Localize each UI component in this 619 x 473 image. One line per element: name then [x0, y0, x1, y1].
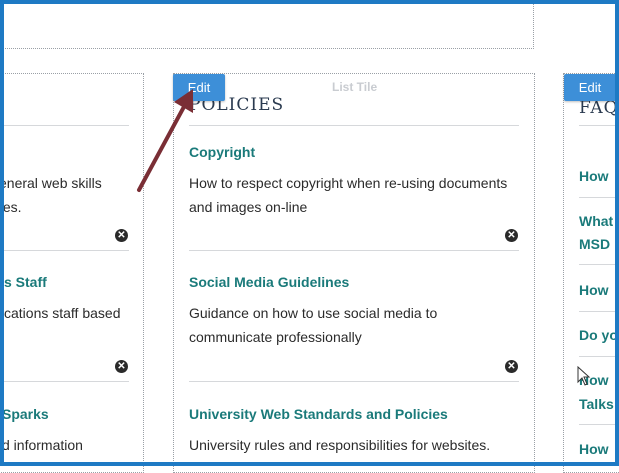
edit-button[interactable]: Edit — [173, 74, 225, 101]
left-item-2-desc: cations staff based — [4, 305, 121, 321]
remove-icon[interactable]: ✕ — [505, 229, 518, 242]
left-divider — [0, 250, 129, 251]
left-divider — [0, 125, 129, 126]
left-item-2-title[interactable]: s Staff — [4, 274, 47, 290]
left-item-3-title[interactable]: Sparks — [2, 406, 49, 422]
faq-divider — [579, 356, 619, 357]
left-item-3-desc: d information — [2, 437, 83, 453]
list-item-desc: Guidance on how to use social media to c… — [189, 305, 438, 345]
faq-divider — [579, 197, 619, 198]
mouse-cursor-icon — [577, 366, 591, 386]
left-item-1-desc: eneral web skills tes. — [0, 175, 102, 215]
remove-icon[interactable]: ✕ — [505, 360, 518, 373]
left-divider — [0, 381, 129, 382]
remove-icon[interactable]: ✕ — [115, 360, 128, 373]
remove-icon[interactable]: ✕ — [115, 229, 128, 242]
mid-divider — [189, 250, 519, 251]
mid-divider — [189, 381, 519, 382]
top-panel — [0, 0, 534, 49]
faq-divider — [579, 264, 619, 265]
list-item-desc: University rules and responsibilities fo… — [189, 437, 491, 453]
edit-button[interactable]: Edit — [564, 74, 616, 101]
faq-link[interactable]: What — [579, 210, 613, 232]
faq-link[interactable]: How — [579, 165, 609, 187]
mid-divider — [189, 125, 519, 126]
faq-link[interactable]: MSD — [579, 233, 610, 255]
list-item-title[interactable]: Social Media Guidelines — [189, 274, 349, 290]
faq-divider — [579, 311, 619, 312]
faq-link[interactable]: Talks — [579, 393, 614, 415]
faq-link[interactable]: Do yo — [579, 324, 618, 346]
list-item-title[interactable]: Copyright — [189, 144, 255, 160]
list-tile-label: List Tile — [332, 80, 378, 94]
faq-divider — [579, 125, 619, 126]
list-item-desc: How to respect copyright when re-using d… — [189, 175, 508, 215]
faq-heading: FAQ — [579, 98, 619, 118]
list-item-title[interactable]: University Web Standards and Policies — [189, 406, 448, 422]
faq-link[interactable]: How — [579, 279, 609, 301]
faq-link[interactable]: How — [579, 438, 609, 460]
faq-divider — [579, 424, 619, 425]
